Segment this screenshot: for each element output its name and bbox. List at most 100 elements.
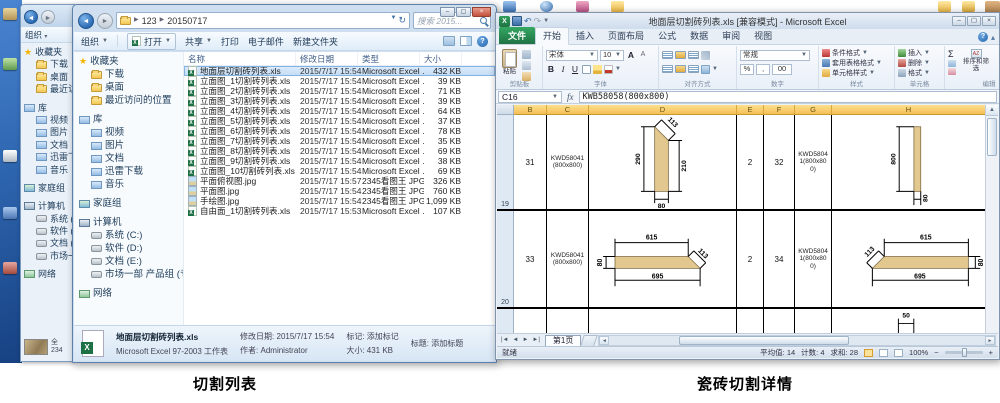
italic-button[interactable]: I (558, 63, 568, 75)
first-sheet-icon[interactable]: |◄ (499, 337, 511, 343)
file-row[interactable]: 自由面_1切割砖列表.xls2015/7/17 15:53Microsoft E… (184, 206, 495, 216)
page-layout-view-icon[interactable] (879, 349, 888, 357)
next-sheet-icon[interactable]: ► (520, 337, 530, 343)
nav-item[interactable]: 系统 (C:) (79, 229, 183, 242)
insert-sheet-tab[interactable] (581, 335, 599, 346)
nav-libraries[interactable]: 库 (79, 113, 183, 126)
change-view-icon[interactable] (443, 36, 455, 46)
nav-item[interactable]: 市场一部 产品组 (专用) (79, 268, 183, 281)
paste-button[interactable]: 粘贴 (500, 48, 519, 81)
column-header-name[interactable]: 名称 (184, 52, 296, 65)
fill-icon[interactable] (948, 60, 956, 67)
grid-cell[interactable]: KWD58041(800x800) (547, 115, 589, 209)
column-header[interactable]: B (514, 105, 547, 115)
email-button[interactable]: 电子邮件 (248, 35, 284, 48)
find-select-button[interactable]: 查找和选择 (996, 48, 1000, 75)
back-button[interactable]: ◄ (24, 10, 38, 24)
grid-cell[interactable]: 31 (514, 115, 547, 209)
nav-favorites[interactable]: ★收藏夹 (79, 55, 183, 68)
grid-cell[interactable]: KWD58041(800x800) (547, 211, 589, 307)
nav-item[interactable]: 迅雷下载 (79, 165, 183, 178)
percent-style-button[interactable]: % (740, 64, 754, 75)
font-name-select[interactable]: 宋体▼ (546, 50, 598, 61)
nav-item[interactable]: 最近访问的位置 (79, 94, 183, 107)
refresh-icon[interactable]: ↻ (398, 15, 406, 26)
background-explorer-window[interactable]: ◄ ► 组织 ▾ ★收藏夹 下载 桌面 最近访问的位置 库 视频 图片 文档 迅… (20, 4, 75, 362)
align-bottom-icon[interactable] (688, 51, 699, 59)
select-all-corner[interactable] (497, 105, 514, 115)
zoom-in-icon[interactable]: + (989, 348, 993, 357)
formula-input[interactable]: KWB58058(800x800) (579, 91, 998, 103)
borders-icon[interactable] (582, 65, 591, 74)
grid-cell[interactable]: KWD58041(800x800) (795, 115, 832, 209)
close-button[interactable]: × (472, 7, 491, 17)
breadcrumb-segment[interactable]: 123 (142, 16, 157, 26)
delete-cells-button[interactable]: 删除▼ (898, 58, 941, 68)
chevron-down-icon[interactable]: ▼ (615, 66, 621, 72)
tab-view[interactable]: 视图 (747, 28, 779, 44)
align-top-icon[interactable] (662, 51, 673, 59)
tab-formulas[interactable]: 公式 (651, 28, 683, 44)
breadcrumb[interactable]: ▶ 123 ▶ 20150717 ▼↻ (116, 12, 410, 29)
grid-cell-drawing[interactable]: 615 113 80 695 (589, 211, 737, 307)
column-header-type[interactable]: 类型 (358, 52, 420, 65)
app-icon[interactable] (503, 1, 516, 12)
maximize-button[interactable]: ▢ (967, 16, 981, 26)
nav-item[interactable]: 桌面 (24, 71, 74, 83)
column-header[interactable]: E (737, 105, 764, 115)
nav-item[interactable]: 下载 (24, 58, 74, 70)
font-color-icon[interactable] (604, 65, 613, 74)
desktop-icon[interactable] (3, 58, 17, 70)
align-center-icon[interactable] (675, 65, 686, 73)
desktop-icon[interactable] (3, 8, 17, 20)
close-button[interactable]: × (982, 16, 996, 26)
grid-cell[interactable] (589, 309, 737, 333)
folder-icon[interactable] (962, 1, 975, 12)
scroll-left-icon[interactable]: ◄ (599, 336, 609, 345)
zoom-level[interactable]: 100% (909, 348, 928, 357)
scrollbar-thumb[interactable] (679, 336, 849, 345)
nav-network[interactable]: 网络 (79, 287, 183, 300)
tab-home[interactable]: 开始 (535, 27, 569, 45)
nav-item[interactable]: 视频 (24, 114, 74, 126)
nav-homegroup[interactable]: 家庭组 (24, 182, 74, 194)
nav-item[interactable]: 文档 (79, 152, 183, 165)
column-header[interactable]: G (795, 105, 832, 115)
grid-cell[interactable]: KWD58041(800x800) (795, 211, 832, 307)
grid-cell[interactable]: 2 (737, 115, 764, 209)
nav-computer[interactable]: 计算机 (79, 216, 183, 229)
align-left-icon[interactable] (662, 65, 673, 73)
grid-cell[interactable] (737, 309, 764, 333)
sort-filter-button[interactable]: AZ 排序和筛选 (959, 48, 993, 75)
nav-item[interactable]: 视频 (79, 126, 183, 139)
forward-button[interactable]: ► (97, 13, 113, 29)
prev-sheet-icon[interactable]: ◄ (511, 337, 521, 343)
grid-cell[interactable] (764, 309, 795, 333)
organize-button[interactable]: 组织 ▾ (25, 30, 47, 40)
row-header[interactable]: 20 (497, 211, 514, 307)
bold-button[interactable]: B (546, 63, 556, 75)
orientation-icon[interactable] (701, 51, 710, 60)
grid-cell[interactable]: 34 (764, 211, 795, 307)
nav-homegroup[interactable]: 家庭组 (79, 197, 183, 210)
forward-button[interactable]: ► (41, 10, 55, 24)
insert-cells-button[interactable]: 插入▼ (898, 48, 941, 58)
nav-favorites[interactable]: ★收藏夹 (24, 46, 74, 58)
folder-icon[interactable] (611, 1, 624, 12)
nav-item[interactable]: 迅雷下载 (24, 151, 74, 163)
file-tags[interactable]: 标记: 添加标记 (346, 331, 398, 342)
breadcrumb-segment[interactable]: 20150717 (167, 16, 207, 26)
vertical-scrollbar[interactable]: ▲ (985, 105, 998, 333)
minimize-button[interactable]: – (952, 16, 966, 26)
folder-icon[interactable] (938, 1, 951, 12)
scrollbar-thumb[interactable] (987, 118, 997, 156)
format-cells-button[interactable]: 格式▼ (898, 68, 941, 78)
name-box[interactable]: C16▼ (498, 91, 562, 103)
grid-cell-drawing[interactable]: 290 210 113 80 (589, 115, 737, 209)
nav-item[interactable]: 软件 (D:) (24, 225, 74, 237)
app-icon[interactable] (540, 1, 553, 12)
nav-item[interactable]: 图片 (79, 139, 183, 152)
tab-page-layout[interactable]: 页面布局 (601, 28, 651, 44)
tab-insert[interactable]: 插入 (569, 28, 601, 44)
preview-pane-icon[interactable] (460, 36, 472, 46)
